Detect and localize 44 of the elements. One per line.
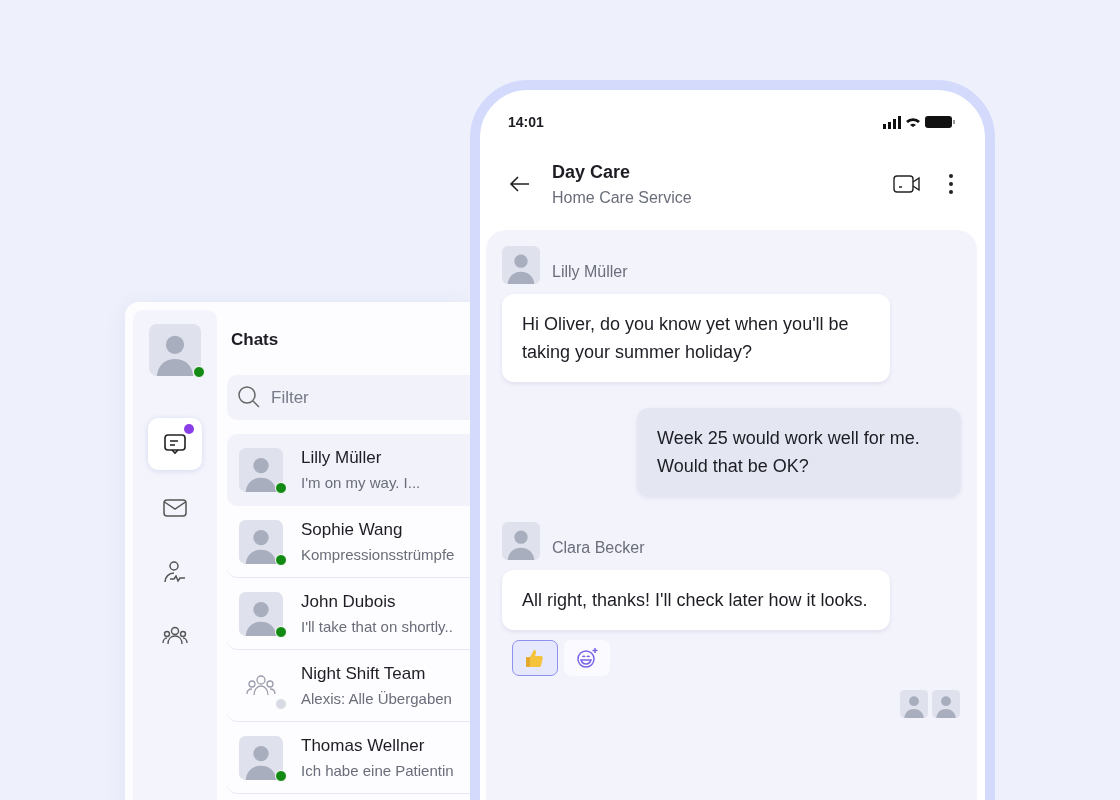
avatar bbox=[239, 591, 283, 636]
chat-list-item[interactable]: John Dubois I'll take that on shortly.. bbox=[227, 578, 470, 650]
avatar bbox=[900, 690, 928, 718]
contact-name: John Dubois bbox=[301, 592, 397, 612]
chat-subtitle: Home Care Service bbox=[552, 188, 693, 207]
avatar bbox=[502, 522, 540, 560]
video-call-button[interactable] bbox=[893, 173, 921, 195]
message-bubble: Hi Oliver, do you know yet when you'll be taking your summer holiday? bbox=[502, 294, 890, 382]
message-preview: Kompressionsstrümpfe bbox=[301, 546, 455, 563]
avatar bbox=[239, 519, 283, 564]
contact-name: Lilly Müller bbox=[301, 448, 383, 468]
avatar bbox=[239, 735, 283, 780]
add-reaction-button[interactable] bbox=[564, 640, 610, 676]
video-camera-icon bbox=[893, 173, 921, 195]
more-button[interactable] bbox=[947, 172, 955, 196]
avatar bbox=[502, 246, 540, 284]
more-icon bbox=[947, 172, 955, 196]
sender-name: Clara Becker bbox=[552, 539, 645, 558]
add-emoji-icon bbox=[575, 646, 599, 670]
message-bubble: Week 25 would work well for me. Would that be OK? bbox=[637, 408, 961, 496]
wifi-icon bbox=[906, 117, 920, 127]
message-bubble: All right, thanks! I'll check later how it looks. bbox=[502, 570, 890, 630]
battery-icon bbox=[925, 116, 955, 128]
signal-icon bbox=[883, 115, 901, 129]
contact-name: Thomas Wellner bbox=[301, 736, 426, 756]
message-preview: I'm on my way. I... bbox=[301, 474, 421, 491]
search-icon bbox=[237, 385, 261, 409]
chat-list-item[interactable]: Thomas Wellner Ich habe eine Patientin bbox=[227, 722, 470, 794]
nav-button[interactable] bbox=[148, 418, 202, 470]
avatar bbox=[932, 690, 960, 718]
chat-list-item[interactable]: Sophie Wang Kompressionsstrümpfe bbox=[227, 506, 470, 578]
chat-title: Day Care bbox=[552, 161, 632, 183]
panel-title: Chats bbox=[231, 330, 280, 350]
search-field[interactable]: Filter bbox=[227, 375, 470, 420]
message-preview: I'll take that on shortly.. bbox=[301, 618, 453, 635]
avatar bbox=[239, 447, 283, 492]
message-preview: Alexis: Alle Übergaben bbox=[301, 690, 452, 707]
contact-name: Sophie Wang bbox=[301, 520, 404, 540]
status-time: 14:01 bbox=[508, 114, 544, 130]
contact-name: Night Shift Team bbox=[301, 664, 427, 684]
chat-list-item[interactable]: Lilly Müller I'm on my way. I... bbox=[227, 434, 470, 506]
avatar bbox=[149, 324, 201, 376]
sender-name: Lilly Müller bbox=[552, 263, 628, 282]
message-preview: Ich habe eine Patientin bbox=[301, 762, 454, 779]
